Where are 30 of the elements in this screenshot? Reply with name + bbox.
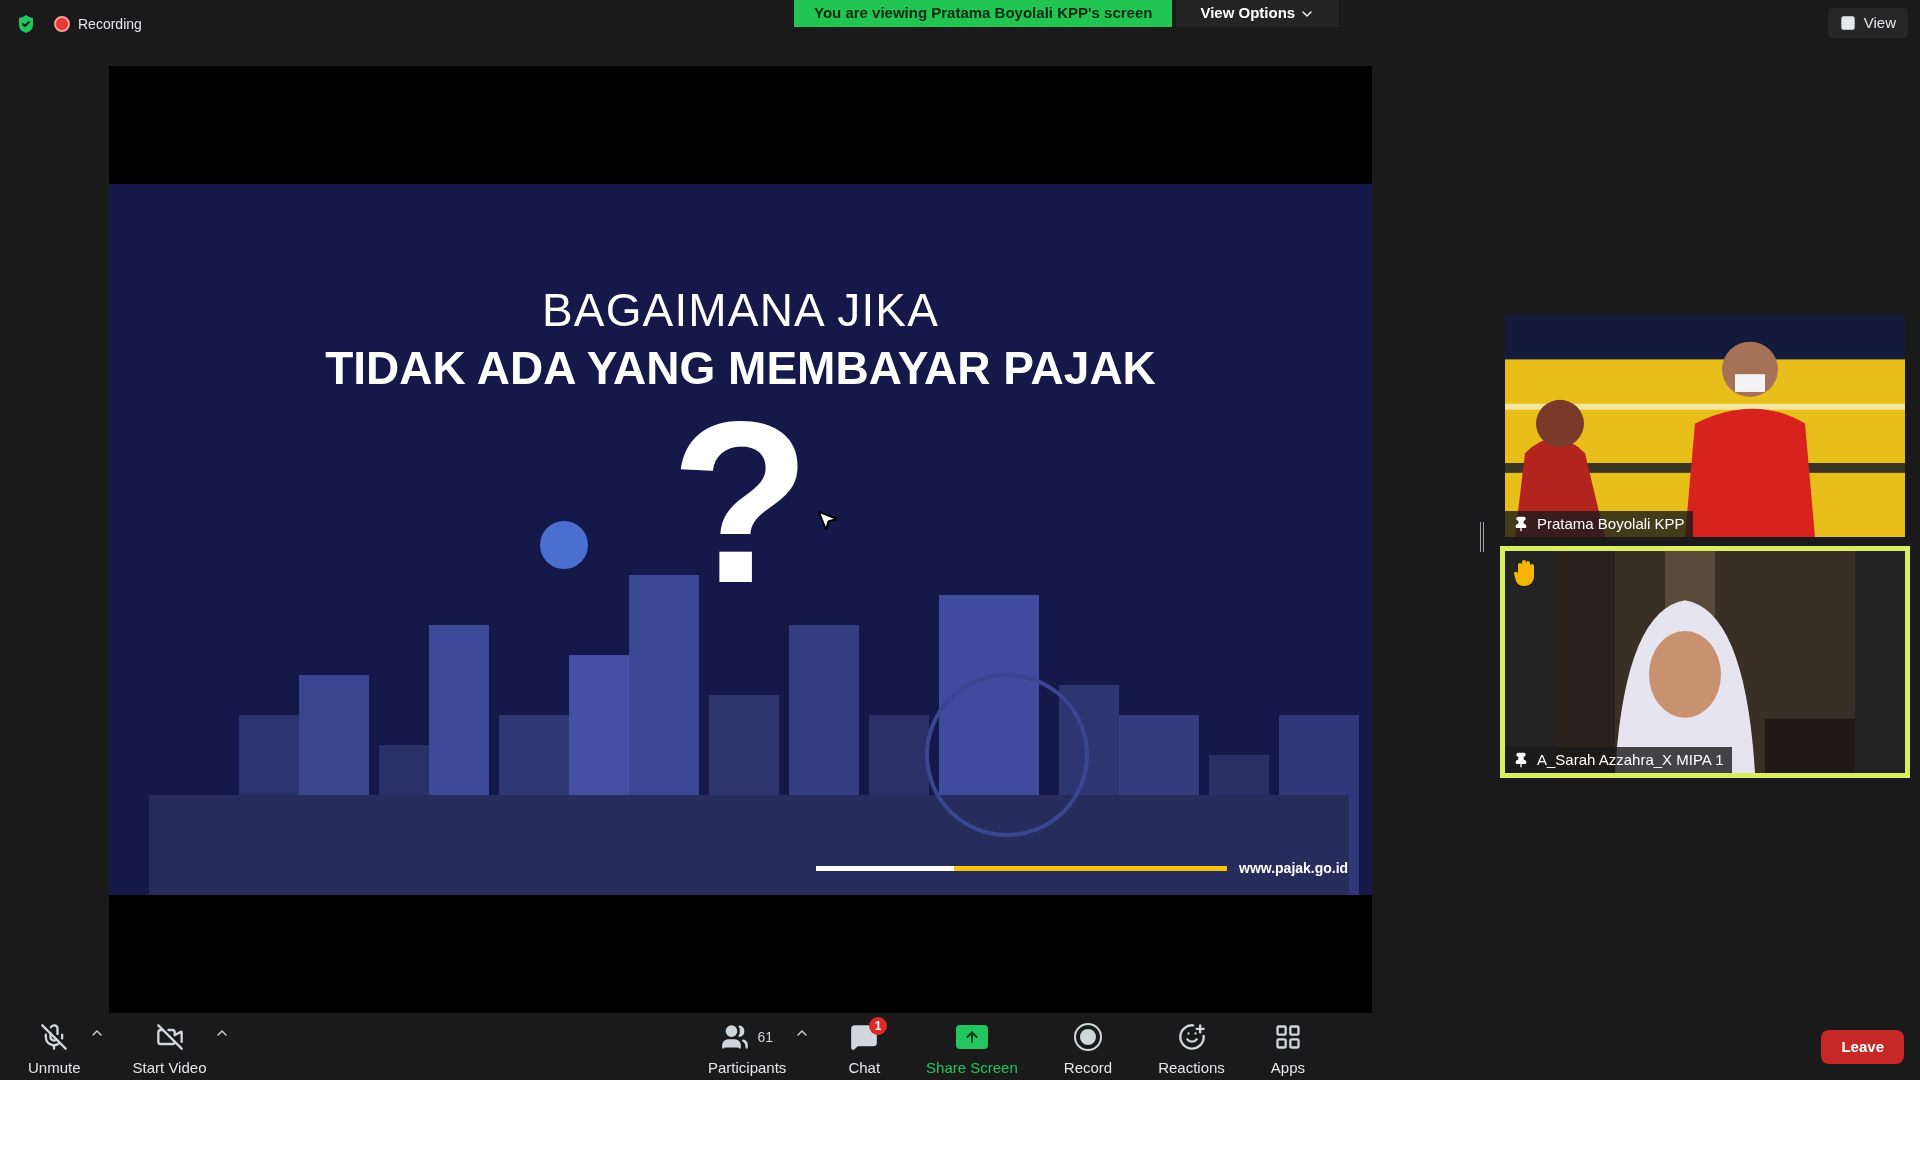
leave-button[interactable]: Leave [1821,1030,1904,1064]
record-icon [1073,1023,1102,1051]
toolbar-button[interactable]: Reactions [1150,1013,1233,1080]
toolbar-button[interactable]: Start Video [124,1013,215,1080]
participant-count: 61 [757,1028,773,1047]
notification-badge: 1 [869,1017,887,1035]
pin-icon [1513,751,1529,768]
smiley-plus-icon [1177,1023,1206,1051]
apps-icon [1273,1023,1302,1051]
view-button[interactable]: View [1827,8,1908,38]
toolbar-button[interactable]: Record [1055,1013,1121,1080]
share-banner: You are viewing Pratama Boyolali KPP's screen [794,0,1173,27]
participant-name: Pratama Boyolali KPP [1505,510,1693,537]
toolbar-button[interactable]: 61 Participants [700,1013,795,1080]
participant-name: A_Sarah Azzahra_X MIPA 1 [1505,746,1732,773]
participants-icon [721,1023,750,1051]
toolbar-button[interactable]: 1 Chat [840,1013,889,1080]
mouse-cursor-icon [815,508,839,532]
participant-tile[interactable]: A_Sarah Azzahra_X MIPA 1 [1500,546,1910,778]
website-url: www.pajak.go.id [1239,859,1349,878]
resize-handle[interactable] [1480,522,1484,552]
recording-indicator[interactable]: Recording [54,14,142,34]
toolbar-button[interactable]: Share Screen [918,1013,1026,1080]
view-options-button[interactable]: View Options [1176,0,1340,27]
toolbar-button[interactable]: Unmute [20,1013,89,1080]
pin-icon [1513,515,1529,532]
slide-title: BAGAIMANA JIKA [542,283,939,338]
share-screen-icon [955,1025,988,1049]
chat-icon [850,1023,879,1051]
toolbar-button[interactable]: Apps [1262,1013,1314,1080]
